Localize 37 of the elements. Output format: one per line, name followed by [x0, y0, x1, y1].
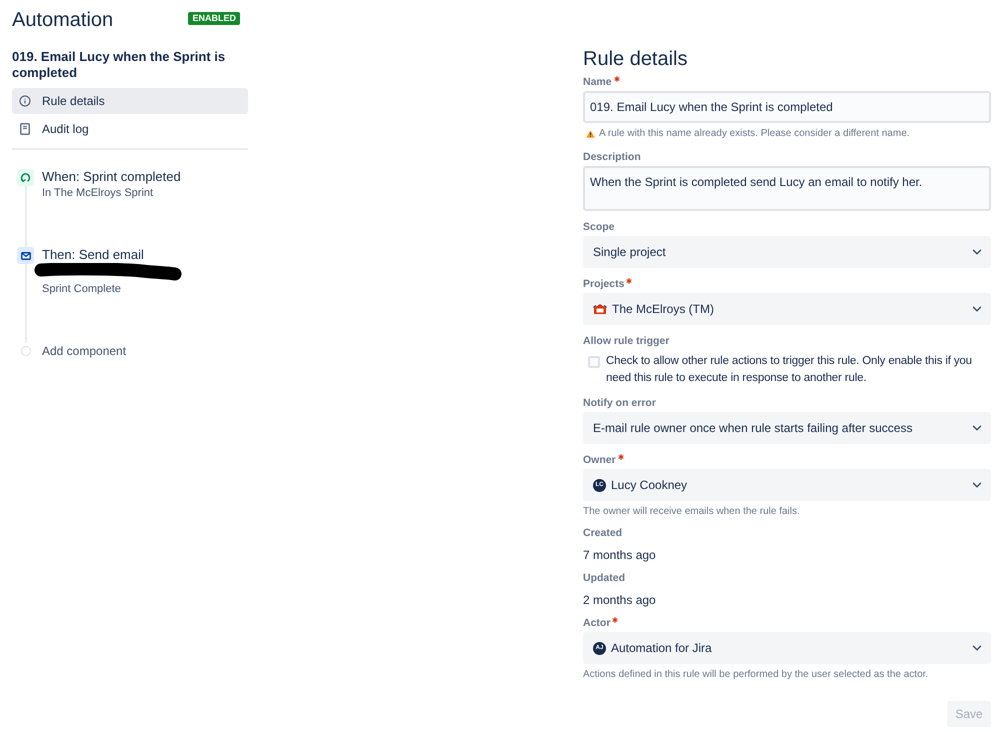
section-title: Rule details	[583, 47, 689, 71]
field-label: Created	[583, 526, 622, 540]
helper-text: The owner will receive emails when the rule fails.	[583, 505, 801, 519]
rule-name: 019. Email Lucy when the Sprint is completed	[12, 49, 226, 81]
status-badge: ENABLED	[188, 12, 240, 25]
checkbox-label: Check to allow other rule actions to trigger this rule. Only enable this if you need this rule to execute in response to another rule.	[606, 354, 973, 386]
field-label: Description	[583, 150, 641, 164]
nav-item[interactable]: Rule details	[12, 88, 248, 114]
warning-text: A rule with this name already exists. Please consider a different name.	[599, 127, 910, 141]
envelope-icon	[17, 247, 34, 264]
field-label: Notify on error	[583, 396, 656, 410]
helper-text: Actions defined in this rule will be performed by the user selected as the actor.	[583, 668, 930, 682]
document-icon	[20, 123, 30, 135]
warning-icon	[586, 130, 595, 138]
field-label: Allow rule trigger	[583, 334, 670, 348]
dropdown-select[interactable]: Single project	[583, 236, 991, 268]
info-icon	[19, 95, 31, 107]
add-component-link[interactable]: Add component	[42, 343, 126, 359]
textarea-field[interactable]: When the Sprint is completed send Lucy an email to notify her.	[583, 166, 991, 211]
component-title[interactable]: When: Sprint completed	[42, 169, 181, 185]
component-subtitle: Sprint Complete	[42, 282, 122, 297]
project-icon	[593, 303, 607, 315]
field-label: Scope	[583, 220, 615, 234]
component-title[interactable]: Then: Send email	[42, 247, 184, 263]
field-label: Owner	[583, 453, 616, 467]
component-subtitle: In The McElroys Sprint	[42, 186, 154, 201]
field-label: Actor	[583, 616, 610, 630]
field-label: Projects	[583, 277, 624, 291]
dropdown-select[interactable]: The McElroys (TM)	[583, 293, 991, 325]
text-input[interactable]: 019. Email Lucy when the Sprint is completed	[583, 91, 991, 123]
dropdown-select[interactable]: E-mail rule owner once when rule starts failing after success	[583, 412, 991, 444]
field-label: Name	[583, 75, 612, 89]
page-title: Automation	[12, 8, 114, 32]
field-value: 2 months ago	[583, 592, 657, 609]
checkbox[interactable]	[588, 356, 600, 368]
field-label: Updated	[583, 571, 625, 585]
field-value: 7 months ago	[583, 547, 657, 564]
